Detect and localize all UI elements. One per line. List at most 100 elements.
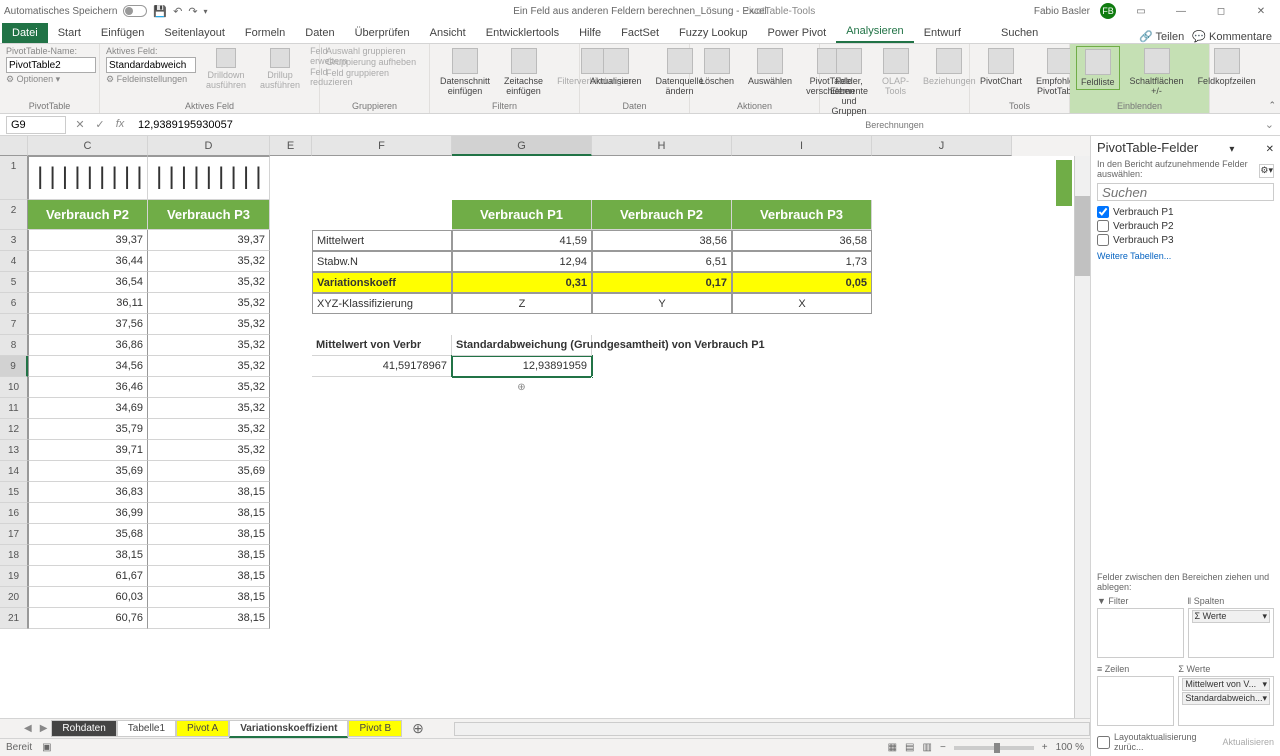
pivotpane-dropdown-icon[interactable]: ▾ [1229,144,1234,155]
area-filter[interactable] [1097,608,1184,658]
cell[interactable]: Verbrauch P3 [148,200,270,230]
horizontal-scrollbar[interactable] [454,722,1090,736]
comments-button[interactable]: 💬 Kommentare [1192,30,1272,43]
cell[interactable]: 38,15 [148,566,270,587]
cell[interactable] [312,398,452,419]
cell[interactable]: 6,51 [592,251,732,272]
checkbox-p2[interactable] [1097,220,1109,232]
cell[interactable] [732,566,872,587]
row-header[interactable]: 3 [0,230,28,251]
user-name[interactable]: Fabio Basler [1034,6,1090,17]
close-icon[interactable]: ✕ [1246,1,1276,21]
cell[interactable] [312,503,452,524]
cell[interactable] [452,461,592,482]
tab-file[interactable]: Datei [2,23,48,43]
schaltflachen-button[interactable]: Schaltflächen +/- [1126,46,1188,98]
cell[interactable] [270,524,312,545]
cell[interactable] [732,545,872,566]
zoom-in-icon[interactable]: + [1042,742,1048,753]
cell[interactable] [872,524,1012,545]
cell[interactable] [270,230,312,251]
tab-ansicht[interactable]: Ansicht [420,23,476,43]
cell[interactable] [732,503,872,524]
checkbox-p3[interactable] [1097,234,1109,246]
row-header[interactable]: 17 [0,524,28,545]
sheet-tabelle1[interactable]: Tabelle1 [117,720,176,737]
feldeinstellungen-button[interactable]: ⚙ Feldeinstellungen [106,74,196,85]
cell[interactable] [270,566,312,587]
tab-hilfe[interactable]: Hilfe [569,23,611,43]
cell[interactable]: XYZ-Klassifizierung [312,293,452,314]
cell[interactable] [872,272,1012,293]
cell[interactable] [732,608,872,629]
feldliste-button[interactable]: Feldliste [1076,46,1120,90]
expand-fbar-icon[interactable]: ⌄ [1259,118,1280,131]
cell[interactable] [872,503,1012,524]
cell[interactable] [872,377,1012,398]
row-header[interactable]: 4 [0,251,28,272]
cell[interactable]: 34,56 [28,356,148,377]
cell[interactable]: 38,15 [148,482,270,503]
spalten-item-werte[interactable]: Σ Werte▾ [1192,610,1271,623]
aktivesfeld-input[interactable] [106,57,196,73]
pivotpane-search[interactable] [1097,183,1274,201]
view-pagebreak-icon[interactable]: ▥ [923,742,932,753]
cell[interactable] [872,461,1012,482]
pivotname-input[interactable] [6,57,96,73]
cell[interactable]: Stabw.N [312,251,452,272]
area-spalten[interactable]: Σ Werte▾ [1188,608,1275,658]
sheet-variationskoeff[interactable]: Variationskoeffizient [229,720,348,738]
cell[interactable]: 38,15 [148,608,270,629]
cell[interactable] [732,524,872,545]
pivotpane-close-icon[interactable]: ✕ [1266,144,1274,155]
cell[interactable] [452,524,592,545]
cell[interactable]: 36,44 [28,251,148,272]
user-avatar[interactable]: FB [1100,3,1116,19]
row-header[interactable]: 15 [0,482,28,503]
cell[interactable]: 35,32 [148,440,270,461]
sheet-nav-prev-icon[interactable]: ◀ [20,723,36,734]
cell[interactable] [452,156,592,200]
cell[interactable]: 36,11 [28,293,148,314]
area-zeilen[interactable] [1097,676,1174,726]
cell[interactable] [732,156,872,200]
cell[interactable] [270,314,312,335]
cell[interactable] [452,314,592,335]
cell[interactable]: 35,32 [148,251,270,272]
tab-daten[interactable]: Daten [295,23,344,43]
cell[interactable]: 60,03 [28,587,148,608]
cell[interactable] [732,461,872,482]
cell[interactable] [312,566,452,587]
cell[interactable] [592,419,732,440]
cell[interactable]: 35,68 [28,524,148,545]
cell[interactable]: 41,59 [452,230,592,251]
col-header-g[interactable]: G [452,136,592,156]
ribbon-display-icon[interactable]: ▭ [1126,1,1156,21]
cell[interactable]: Z [452,293,592,314]
area-werte[interactable]: Mittelwert von V...▾ Standardabweich...▾ [1178,676,1274,726]
cell[interactable]: 37,56 [28,314,148,335]
redo-icon[interactable]: ↷ [188,5,197,18]
row-header[interactable]: 7 [0,314,28,335]
row-header[interactable]: 6 [0,293,28,314]
cell[interactable] [872,200,1012,230]
cell[interactable]: 35,32 [148,272,270,293]
cell[interactable] [452,545,592,566]
cell[interactable]: 35,32 [148,356,270,377]
cell[interactable]: 36,46 [28,377,148,398]
loschen-button[interactable]: Löschen [696,46,738,88]
row-header[interactable]: 8 [0,335,28,356]
cell[interactable] [270,272,312,293]
cell[interactable] [270,398,312,419]
col-header-e[interactable]: E [270,136,312,156]
cell[interactable] [312,545,452,566]
cell[interactable]: 34,69 [28,398,148,419]
row-header[interactable]: 14 [0,461,28,482]
cell[interactable] [312,440,452,461]
felder-button[interactable]: Felder, Elemente und Gruppen [826,46,872,118]
cell[interactable]: 38,15 [148,545,270,566]
cell[interactable] [452,566,592,587]
cell[interactable] [452,503,592,524]
cell[interactable] [270,587,312,608]
share-button[interactable]: 🔗 Teilen [1139,30,1184,43]
